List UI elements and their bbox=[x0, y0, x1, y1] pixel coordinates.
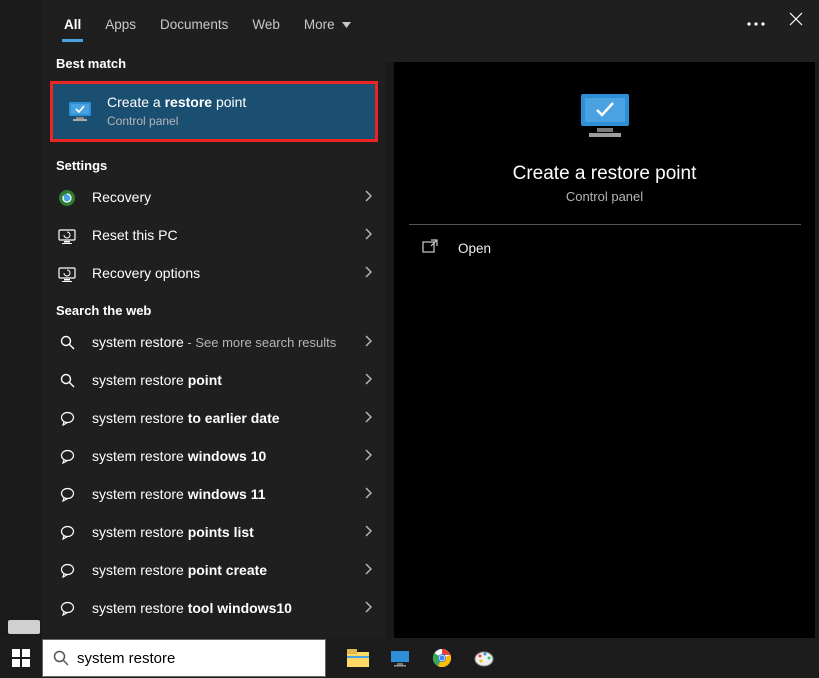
chevron-right-icon bbox=[364, 448, 372, 466]
chevron-right-icon bbox=[364, 524, 372, 542]
chat-icon bbox=[56, 408, 78, 430]
chevron-right-icon bbox=[364, 600, 372, 618]
chevron-right-icon bbox=[364, 372, 372, 390]
search-icon bbox=[56, 370, 78, 392]
search-icon bbox=[53, 650, 69, 666]
chevron-right-icon bbox=[364, 227, 372, 245]
chevron-right-icon bbox=[364, 562, 372, 580]
chevron-down-icon bbox=[342, 22, 351, 28]
section-best-match: Best match bbox=[42, 46, 386, 77]
tab-web[interactable]: Web bbox=[240, 5, 292, 42]
web-item-label: system restore to earlier date bbox=[92, 410, 364, 428]
best-match-title: Create a restore point bbox=[107, 94, 361, 112]
tab-more[interactable]: More bbox=[292, 5, 364, 42]
detail-panel: Create a restore point Control panel Ope… bbox=[394, 62, 815, 640]
tab-all[interactable]: All bbox=[52, 5, 93, 42]
chat-icon bbox=[56, 560, 78, 582]
reset-pc-icon bbox=[56, 225, 78, 247]
web-item-1[interactable]: system restore point bbox=[42, 362, 386, 400]
web-item-label: system restore point create bbox=[92, 562, 364, 580]
chat-icon bbox=[56, 446, 78, 468]
tab-more-label: More bbox=[304, 17, 335, 32]
chevron-right-icon bbox=[364, 410, 372, 428]
detail-subtitle: Control panel bbox=[566, 189, 643, 204]
web-item-label: system restore tool windows10 bbox=[92, 600, 364, 618]
web-item-5[interactable]: system restore points list bbox=[42, 514, 386, 552]
web-item-label: system restore point bbox=[92, 372, 364, 390]
settings-label: Reset this PC bbox=[92, 227, 364, 245]
settings-label: Recovery bbox=[92, 189, 364, 207]
start-button[interactable] bbox=[0, 638, 42, 678]
open-label: Open bbox=[458, 241, 491, 256]
close-button[interactable] bbox=[789, 12, 803, 31]
web-item-6[interactable]: system restore point create bbox=[42, 552, 386, 590]
tab-documents[interactable]: Documents bbox=[148, 5, 240, 42]
detail-monitor-icon bbox=[573, 88, 637, 147]
web-item-label: system restore - See more search results bbox=[92, 334, 364, 352]
settings-item-reset-pc[interactable]: Reset this PC bbox=[42, 217, 386, 255]
recovery-options-icon bbox=[56, 263, 78, 285]
taskbar-app-monitor[interactable] bbox=[388, 646, 412, 670]
web-item-2[interactable]: system restore to earlier date bbox=[42, 400, 386, 438]
chevron-right-icon bbox=[364, 334, 372, 352]
settings-item-recovery[interactable]: Recovery bbox=[42, 179, 386, 217]
chat-icon bbox=[56, 598, 78, 620]
search-icon bbox=[56, 332, 78, 354]
search-results-panel: All Apps Documents Web More Best match C… bbox=[42, 0, 386, 640]
web-item-label: system restore windows 11 bbox=[92, 486, 364, 504]
taskbar bbox=[0, 638, 819, 678]
tabs-bar: All Apps Documents Web More bbox=[42, 0, 386, 46]
settings-label: Recovery options bbox=[92, 265, 364, 283]
web-item-7[interactable]: system restore tool windows10 bbox=[42, 590, 386, 628]
taskbar-chrome[interactable] bbox=[430, 646, 454, 670]
tab-apps[interactable]: Apps bbox=[93, 5, 148, 42]
scrollbar[interactable] bbox=[8, 620, 40, 634]
web-item-3[interactable]: system restore windows 10 bbox=[42, 438, 386, 476]
taskbar-search-box[interactable] bbox=[42, 639, 326, 677]
chevron-right-icon bbox=[364, 189, 372, 207]
chat-icon bbox=[56, 484, 78, 506]
taskbar-paint[interactable] bbox=[472, 646, 496, 670]
open-icon bbox=[422, 239, 440, 258]
open-action[interactable]: Open bbox=[394, 225, 815, 272]
settings-item-recovery-options[interactable]: Recovery options bbox=[42, 255, 386, 293]
web-item-0[interactable]: system restore - See more search results bbox=[42, 324, 386, 362]
chevron-right-icon bbox=[364, 486, 372, 504]
chat-icon bbox=[56, 522, 78, 544]
more-options-button[interactable] bbox=[747, 13, 765, 31]
taskbar-file-explorer[interactable] bbox=[346, 646, 370, 670]
search-input[interactable] bbox=[77, 640, 315, 676]
left-gutter bbox=[0, 0, 42, 640]
section-settings: Settings bbox=[42, 148, 386, 179]
web-item-4[interactable]: system restore windows 11 bbox=[42, 476, 386, 514]
monitor-restore-icon bbox=[67, 98, 93, 124]
windows-logo-icon bbox=[12, 649, 30, 667]
web-item-label: system restore windows 10 bbox=[92, 448, 364, 466]
detail-title: Create a restore point bbox=[513, 163, 697, 185]
best-match-subtitle: Control panel bbox=[107, 114, 361, 129]
best-match-result[interactable]: Create a restore point Control panel bbox=[50, 81, 378, 142]
section-search-web: Search the web bbox=[42, 293, 386, 324]
chevron-right-icon bbox=[364, 265, 372, 283]
shield-restore-icon bbox=[56, 187, 78, 209]
web-item-label: system restore points list bbox=[92, 524, 364, 542]
